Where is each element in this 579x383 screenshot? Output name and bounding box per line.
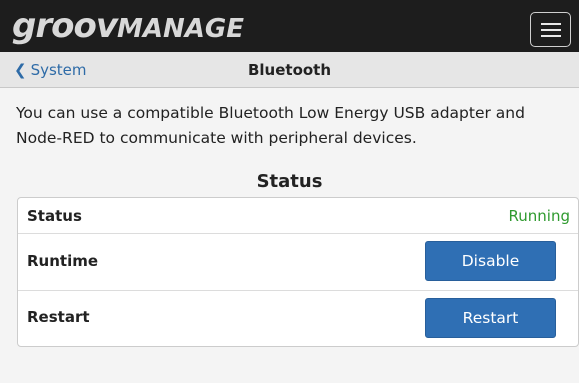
menu-bar-line: [541, 23, 561, 25]
restart-row-label: Restart: [27, 308, 90, 326]
status-value: Running: [508, 207, 570, 225]
logo-groov: groov: [12, 6, 118, 46]
groov-manage-logo: groovMANAGE: [12, 6, 244, 46]
restart-row: Restart Restart: [18, 291, 578, 347]
status-row: Status Running: [18, 198, 578, 234]
disable-button[interactable]: Disable: [425, 241, 556, 281]
runtime-row: Runtime Disable: [18, 234, 578, 291]
hamburger-menu-icon[interactable]: [530, 12, 571, 47]
menu-bar-line: [541, 29, 561, 31]
status-panel: Status Running Runtime Disable Restart R…: [17, 197, 579, 347]
page-title: Bluetooth: [247, 61, 332, 79]
intro-text: You can use a compatible Bluetooth Low E…: [16, 104, 525, 147]
runtime-row-label: Runtime: [27, 252, 99, 270]
status-row-label: Status: [27, 207, 82, 225]
top-bar: groovMANAGE: [0, 0, 579, 52]
status-section-title: Status: [256, 171, 323, 192]
restart-button[interactable]: Restart: [425, 298, 556, 338]
sub-header: ❮ System Bluetooth: [0, 52, 579, 88]
logo-manage: MANAGE: [117, 14, 244, 44]
menu-bar-line: [541, 35, 561, 37]
